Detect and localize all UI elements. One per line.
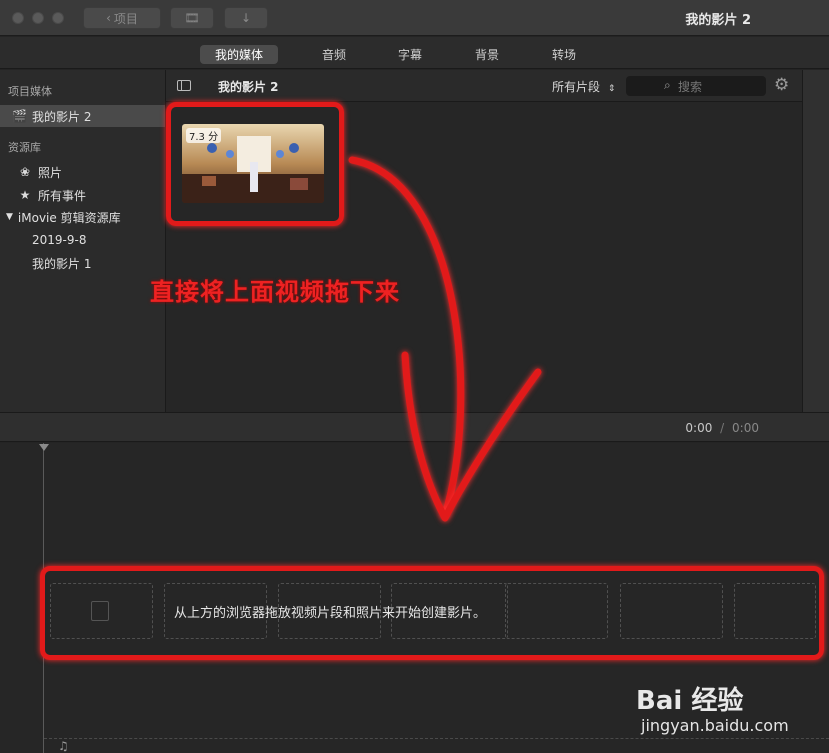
search-icon: ⌕ bbox=[664, 78, 671, 92]
annotation-arrow bbox=[348, 156, 542, 522]
annotation-box-timeline bbox=[40, 566, 824, 660]
sidebar-item-all-events[interactable]: ★ 所有事件 bbox=[0, 184, 165, 206]
search-input[interactable]: ⌕ 搜索 bbox=[626, 76, 766, 96]
import-button[interactable]: ↓ bbox=[224, 7, 268, 29]
close-window-button[interactable] bbox=[12, 12, 24, 24]
window-title: 我的影片 2 bbox=[685, 13, 751, 28]
tab-backgrounds[interactable]: 背景 bbox=[463, 45, 511, 64]
star-icon: ★ bbox=[19, 188, 31, 202]
tab-audio[interactable]: 音频 bbox=[310, 45, 358, 64]
media-import-button[interactable]: 🎞 bbox=[170, 7, 214, 29]
sidebar-item-library[interactable]: ▼ iMovie 剪辑资源库 bbox=[0, 206, 165, 228]
arrow-down-icon: ↓ bbox=[240, 11, 252, 25]
libraries-sidebar: 项目媒体 🎬 我的影片 2 资源库 ❀ 照片 ★ 所有事件 ▼ iMovie 剪… bbox=[0, 70, 166, 412]
audio-track[interactable]: ♫ bbox=[44, 738, 829, 753]
annotation-box-clip bbox=[166, 102, 344, 226]
baidu-watermark: Bai 经验 bbox=[636, 686, 744, 716]
clapper-icon: 🎬 bbox=[12, 109, 27, 123]
browser-toolbar: 我的影片 2 所有片段 ⇕ ⌕ 搜索 ⚙ bbox=[166, 70, 802, 102]
photos-flower-icon: ❀ bbox=[19, 165, 31, 179]
title-bar: ‹ 项目 🎞 ↓ 我的影片 2 bbox=[0, 0, 829, 36]
updown-chevron-icon: ⇕ bbox=[607, 84, 616, 94]
zoom-window-button[interactable] bbox=[52, 12, 64, 24]
film-music-icon: 🎞 bbox=[184, 11, 200, 25]
chevron-left-icon: ‹ bbox=[106, 11, 111, 25]
browser-title: 我的影片 2 bbox=[218, 80, 279, 94]
sidebar-item-project[interactable]: 🎬 我的影片 2 bbox=[0, 105, 165, 127]
annotation-text: 直接将上面视频拖下来 bbox=[150, 278, 400, 306]
tab-titles[interactable]: 字幕 bbox=[386, 45, 434, 64]
browser-scrollbar[interactable] bbox=[802, 70, 829, 412]
gear-icon[interactable]: ⚙ bbox=[774, 77, 789, 94]
libraries-header: 资源库 bbox=[8, 141, 41, 154]
sidebar-toggle-icon[interactable] bbox=[177, 80, 191, 91]
sidebar-item-event[interactable]: 2019-9-8 bbox=[0, 229, 165, 251]
content-tab-bar: 我的媒体 音频 字幕 背景 转场 bbox=[0, 37, 829, 69]
tab-transitions[interactable]: 转场 bbox=[540, 45, 588, 64]
sidebar-item-event[interactable]: 我的影片 1 bbox=[0, 252, 165, 274]
tab-my-media[interactable]: 我的媒体 bbox=[200, 45, 278, 64]
baidu-url: jingyan.baidu.com bbox=[641, 716, 789, 735]
minimize-window-button[interactable] bbox=[32, 12, 44, 24]
project-media-header: 项目媒体 bbox=[8, 85, 52, 98]
disclosure-triangle-icon: ▼ bbox=[6, 212, 13, 222]
timecode: 0:00 / 0:00 bbox=[685, 421, 759, 435]
sidebar-item-photos[interactable]: ❀ 照片 bbox=[0, 161, 165, 183]
playhead-handle-icon[interactable] bbox=[39, 444, 49, 451]
music-note-icon: ♫ bbox=[58, 739, 69, 753]
back-to-projects-button[interactable]: ‹ 项目 bbox=[83, 7, 161, 29]
clip-filter-select[interactable]: 所有片段 ⇕ bbox=[552, 78, 615, 95]
